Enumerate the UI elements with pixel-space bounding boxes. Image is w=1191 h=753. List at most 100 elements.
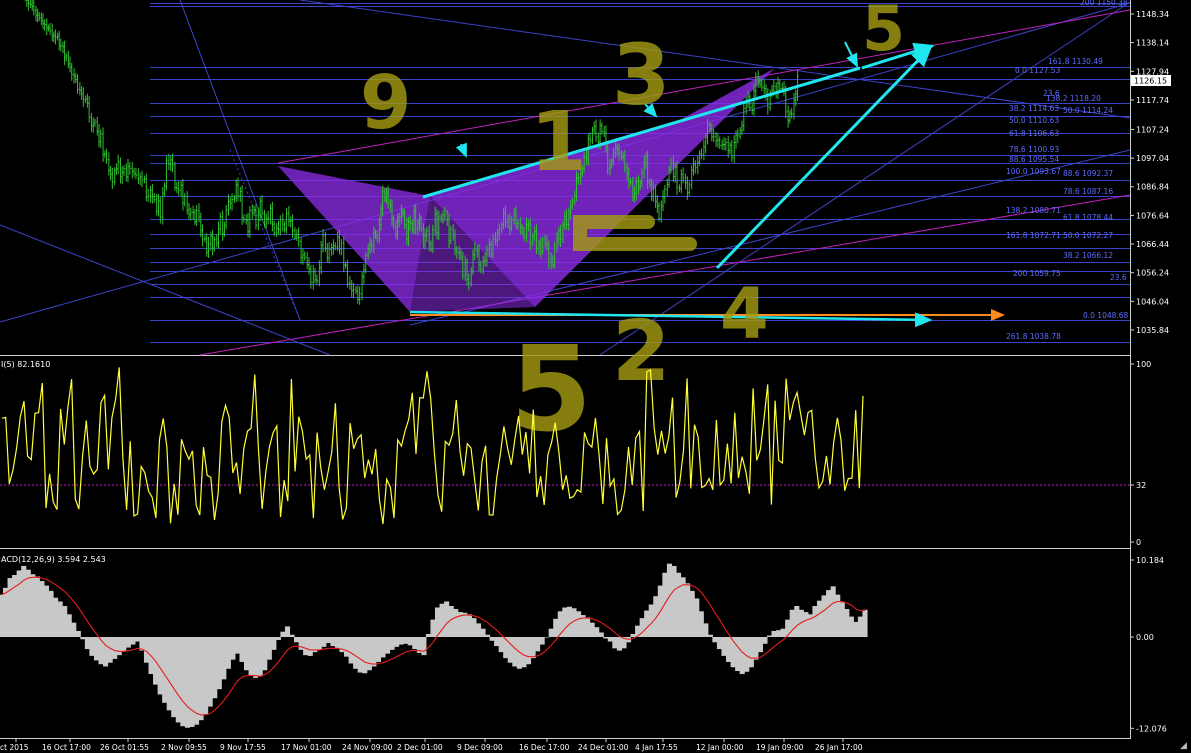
time-axis-label: 12 Jan 00:00 bbox=[696, 743, 744, 752]
time-axis-label: 9 Dec 09:00 bbox=[457, 743, 503, 752]
macd-histogram-bar bbox=[30, 574, 36, 637]
time-axis-label: 2 Dec 01:00 bbox=[397, 743, 443, 752]
fib-label: 261.8 1038.78 bbox=[1006, 332, 1061, 341]
macd-histogram-bar bbox=[776, 630, 782, 637]
rsi-axis-label: 32 bbox=[1136, 481, 1146, 490]
macd-histogram-bar bbox=[757, 637, 763, 653]
cyan-tick-arrow bbox=[844, 41, 858, 68]
macd-histogram-bar bbox=[666, 563, 673, 637]
macd-panel: 10.184 0.00 -12.076 bbox=[0, 556, 1167, 733]
macd-histogram-bar bbox=[216, 637, 222, 690]
macd-axis-label: 0.00 bbox=[1136, 633, 1154, 642]
time-axis-label: 16 Dec 17:00 bbox=[519, 743, 570, 752]
macd-histogram-bar bbox=[203, 637, 209, 715]
macd-histogram-bar bbox=[644, 610, 650, 637]
macd-histogram-bar bbox=[721, 637, 727, 656]
macd-histogram-bar bbox=[862, 609, 868, 637]
macd-histogram-bar bbox=[280, 631, 286, 637]
macd-histogram-bar bbox=[785, 619, 791, 637]
macd-histogram-bar bbox=[66, 614, 72, 637]
macd-header: ACD(12,26,9) 3.594 2.543 bbox=[1, 555, 106, 564]
macd-histogram-bar bbox=[630, 633, 636, 637]
macd-histogram-bar bbox=[53, 597, 59, 637]
macd-histogram-bar bbox=[839, 602, 845, 637]
macd-histogram-bar bbox=[43, 585, 50, 637]
macd-histogram-bar bbox=[739, 637, 745, 675]
macd-histogram-bar bbox=[130, 637, 136, 645]
fib-label: 50.0 1114.24 bbox=[1063, 106, 1113, 115]
rsi-axis-label: 100 bbox=[1136, 360, 1151, 369]
macd-histogram-bar bbox=[116, 637, 122, 656]
macd-histogram-bar bbox=[289, 634, 295, 637]
wave-label-9: 9 bbox=[360, 60, 412, 146]
fib-level-labels: 200 1150.38 161.8 1130.490.0 1127.53 23.6 1… bbox=[1006, 0, 1129, 341]
macd-histogram-bar bbox=[294, 637, 300, 643]
macd-histogram-bar bbox=[12, 575, 18, 637]
time-axis-label: 2 Nov 09:55 bbox=[161, 743, 207, 752]
macd-histogram-bar bbox=[316, 637, 322, 650]
macd-histogram-bar bbox=[780, 628, 786, 637]
macd-histogram-bar bbox=[548, 628, 554, 637]
fib-label: 88.6 1095.54 bbox=[1009, 155, 1059, 164]
macd-histogram-bar bbox=[389, 637, 395, 650]
macd-histogram-bar bbox=[75, 630, 81, 637]
time-axis-label: 4 Jan 17:55 bbox=[635, 743, 678, 752]
wave-label-5: 5 bbox=[862, 0, 905, 65]
macd-histogram-bar bbox=[271, 637, 277, 650]
macd-histogram-bar bbox=[480, 628, 486, 637]
macd-histogram-bar bbox=[512, 637, 518, 667]
macd-histogram-bar bbox=[425, 633, 432, 637]
macd-histogram-bar bbox=[521, 637, 527, 668]
fib-label: 50.0 1110.63 bbox=[1009, 116, 1059, 125]
macd-histogram-bar bbox=[180, 637, 186, 727]
resize-grip-icon[interactable]: ◢ bbox=[1180, 741, 1187, 751]
price-chart[interactable]: 9 13 5425 200 1150.38161.8 1130.490.0 1127… bbox=[0, 0, 1191, 753]
macd-histogram-bar bbox=[34, 576, 40, 637]
macd-histogram-bar bbox=[685, 583, 691, 637]
macd-histogram-bar bbox=[475, 623, 482, 637]
macd-histogram-bar bbox=[803, 612, 809, 637]
macd-histogram-bar bbox=[444, 601, 450, 637]
macd-histogram-bar bbox=[325, 637, 331, 644]
cyan-tick-arrow bbox=[455, 142, 467, 158]
macd-histogram-bar bbox=[716, 637, 723, 650]
macd-histogram-bar bbox=[344, 637, 350, 657]
time-axis-label: 17 Nov 01:00 bbox=[281, 743, 332, 752]
macd-histogram-bar bbox=[566, 606, 572, 637]
time-axis-label: 26 Oct 01:55 bbox=[100, 743, 149, 752]
macd-histogram-bar bbox=[507, 637, 513, 663]
fib-label: 61.8 1078.44 bbox=[1063, 213, 1113, 222]
rsi-header: I(5) 82.1610 bbox=[1, 360, 50, 369]
macd-histogram-bar bbox=[539, 637, 545, 645]
macd-histogram-bar bbox=[25, 569, 31, 637]
macd-histogram-bar bbox=[812, 606, 818, 637]
macd-histogram-bar bbox=[184, 637, 191, 728]
macd-histogram-bar bbox=[771, 630, 777, 637]
macd-histogram-bar bbox=[80, 637, 86, 640]
fib-label: 0.0 1127.53 bbox=[1015, 66, 1061, 75]
macd-histogram-bar bbox=[603, 637, 609, 639]
macd-histogram-bar bbox=[726, 637, 732, 662]
macd-histogram-bar bbox=[198, 637, 204, 721]
wave-label-4: 4 bbox=[720, 273, 769, 355]
macd-histogram-bar bbox=[525, 637, 532, 665]
macd-histogram-bar bbox=[394, 637, 400, 647]
macd-histogram-bar bbox=[162, 637, 168, 703]
time-axis-label: 24 Dec 01:00 bbox=[578, 743, 629, 752]
price-axis-label: 1117.74 bbox=[1136, 96, 1169, 105]
macd-histogram-bar bbox=[48, 590, 54, 637]
fib-label: 88.6 1092.37 bbox=[1063, 169, 1113, 178]
macd-histogram-bar bbox=[375, 637, 381, 662]
macd-histogram-bar bbox=[366, 637, 372, 671]
macd-histogram-bar bbox=[348, 637, 354, 664]
macd-histogram-bar bbox=[575, 611, 582, 637]
fib-label: 38.2 1114.63 bbox=[1009, 104, 1059, 113]
macd-histogram-bar bbox=[707, 634, 713, 637]
current-price-label: 1126.15 bbox=[1134, 77, 1167, 86]
wave-label-5: 5 bbox=[510, 320, 592, 458]
fib-label: 138.2 1080.71 bbox=[1006, 206, 1061, 215]
macd-histogram-bar bbox=[489, 637, 495, 641]
macd-histogram-bar bbox=[589, 622, 595, 637]
macd-histogram-bar bbox=[530, 637, 536, 659]
macd-histogram-bar bbox=[821, 595, 827, 637]
